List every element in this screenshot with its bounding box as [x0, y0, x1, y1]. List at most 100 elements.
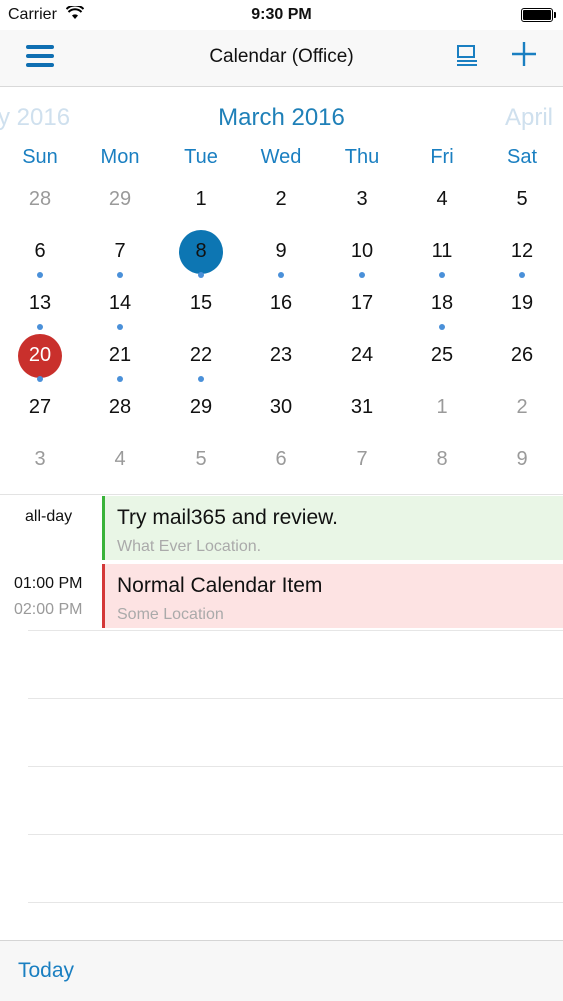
day-cell[interactable]: 29 [161, 390, 241, 442]
day-cell[interactable]: 22 [161, 338, 241, 390]
day-cell[interactable]: 7 [322, 442, 402, 494]
day-number: 6 [275, 448, 287, 470]
day-cell[interactable]: 20 [0, 334, 80, 390]
day-cell[interactable]: 5 [161, 442, 241, 494]
day-cell[interactable]: 16 [241, 286, 321, 338]
day-cell[interactable]: 4 [80, 442, 160, 494]
hour-line [28, 902, 563, 903]
day-cell[interactable]: 12 [482, 234, 562, 286]
day-cell[interactable]: 21 [80, 338, 160, 390]
event-location: Some Location [117, 606, 224, 623]
clock: 9:30 PM [251, 6, 312, 23]
event-indicator-dot [117, 376, 123, 382]
list-view-icon[interactable] [455, 44, 479, 68]
day-number: 27 [28, 396, 52, 418]
day-cell[interactable]: 31 [322, 390, 402, 442]
navigation-bar: Calendar (Office) [0, 30, 563, 87]
day-number: 7 [356, 448, 368, 470]
add-event-icon[interactable] [510, 40, 538, 68]
event-indicator-dot [439, 324, 445, 330]
day-number: 29 [189, 396, 213, 418]
day-cell[interactable]: 9 [482, 442, 562, 494]
day-cell[interactable]: 7 [80, 234, 160, 286]
today-button[interactable]: Today [18, 959, 74, 983]
day-cell[interactable]: 17 [322, 286, 402, 338]
day-cell[interactable]: 4 [402, 182, 482, 234]
day-cell[interactable]: 19 [482, 286, 562, 338]
day-number: 14 [108, 292, 132, 314]
day-cell[interactable]: 27 [0, 390, 80, 442]
day-number: 1 [436, 396, 448, 418]
hour-line [28, 630, 563, 631]
event-location: What Ever Location. [117, 538, 262, 555]
day-number: 16 [269, 292, 293, 314]
day-cell[interactable]: 3 [322, 182, 402, 234]
day-cell[interactable]: 25 [402, 338, 482, 390]
event-indicator-dot [37, 376, 43, 382]
day-number: 2 [275, 188, 287, 210]
day-cell[interactable]: 10 [322, 234, 402, 286]
day-number: 2 [516, 396, 528, 418]
day-number: 7 [114, 240, 126, 262]
day-number: 5 [516, 188, 528, 210]
day-cell[interactable]: 8 [402, 442, 482, 494]
day-number: 9 [275, 240, 287, 262]
day-cell[interactable]: 9 [241, 234, 321, 286]
event-indicator-dot [359, 272, 365, 278]
allday-event[interactable]: Try mail365 and review. What Ever Locati… [102, 496, 563, 560]
day-number: 19 [510, 292, 534, 314]
battery-icon [521, 8, 556, 22]
event-indicator-dot [117, 324, 123, 330]
day-number: 5 [195, 448, 207, 470]
day-cell[interactable]: 3 [0, 442, 80, 494]
weekday-sun: Sun [22, 146, 58, 168]
day-cell[interactable]: 2 [241, 182, 321, 234]
weekday-fri: Fri [430, 146, 454, 168]
day-cell[interactable]: 1 [402, 390, 482, 442]
month-switcher[interactable]: ry 2016 March 2016 April [0, 96, 563, 136]
event-end-time: 02:00 PM [14, 601, 83, 618]
day-number: 3 [356, 188, 368, 210]
day-cell[interactable]: 8 [161, 230, 241, 286]
day-number: 3 [34, 448, 46, 470]
next-month-label[interactable]: April [505, 104, 553, 132]
day-cell[interactable]: 1 [161, 182, 241, 234]
day-cell[interactable]: 11 [402, 234, 482, 286]
event-indicator-dot [117, 272, 123, 278]
day-number: 11 [431, 240, 453, 262]
status-bar: Carrier 9:30 PM [0, 0, 563, 30]
allday-label: all-day [25, 508, 73, 525]
month-grid: 28 29 1 2 3 4 5 6 7 8 9 10 11 12 13 14 15 16 17 18 19 20 21 22 2… [0, 182, 563, 494]
day-cell[interactable]: 28 [0, 182, 80, 234]
day-number: 24 [350, 344, 374, 366]
timed-event[interactable]: Normal Calendar Item Some Location [102, 564, 563, 628]
day-number: 28 [108, 396, 132, 418]
day-number: 21 [108, 344, 132, 366]
day-cell[interactable]: 14 [80, 286, 160, 338]
day-number: 18 [430, 292, 454, 314]
day-cell[interactable]: 26 [482, 338, 562, 390]
day-cell[interactable]: 18 [402, 286, 482, 338]
event-indicator-dot [278, 272, 284, 278]
day-number: 22 [189, 344, 213, 366]
day-cell[interactable]: 2 [482, 390, 562, 442]
day-cell[interactable]: 30 [241, 390, 321, 442]
agenda-divider [0, 494, 563, 495]
day-number: 13 [28, 292, 52, 314]
event-title: Try mail365 and review. [117, 506, 338, 529]
day-cell[interactable]: 23 [241, 338, 321, 390]
day-cell[interactable]: 6 [0, 234, 80, 286]
day-number: 29 [108, 188, 132, 210]
day-cell[interactable]: 28 [80, 390, 160, 442]
day-cell[interactable]: 13 [0, 286, 80, 338]
day-number: 1 [195, 188, 207, 210]
day-cell[interactable]: 15 [161, 286, 241, 338]
day-cell[interactable]: 29 [80, 182, 160, 234]
weekday-wed: Wed [260, 146, 302, 168]
day-cell[interactable]: 24 [322, 338, 402, 390]
event-indicator-dot [37, 272, 43, 278]
day-cell[interactable]: 5 [482, 182, 562, 234]
day-cell[interactable]: 6 [241, 442, 321, 494]
event-indicator-dot [519, 272, 525, 278]
day-number: 12 [510, 240, 534, 262]
